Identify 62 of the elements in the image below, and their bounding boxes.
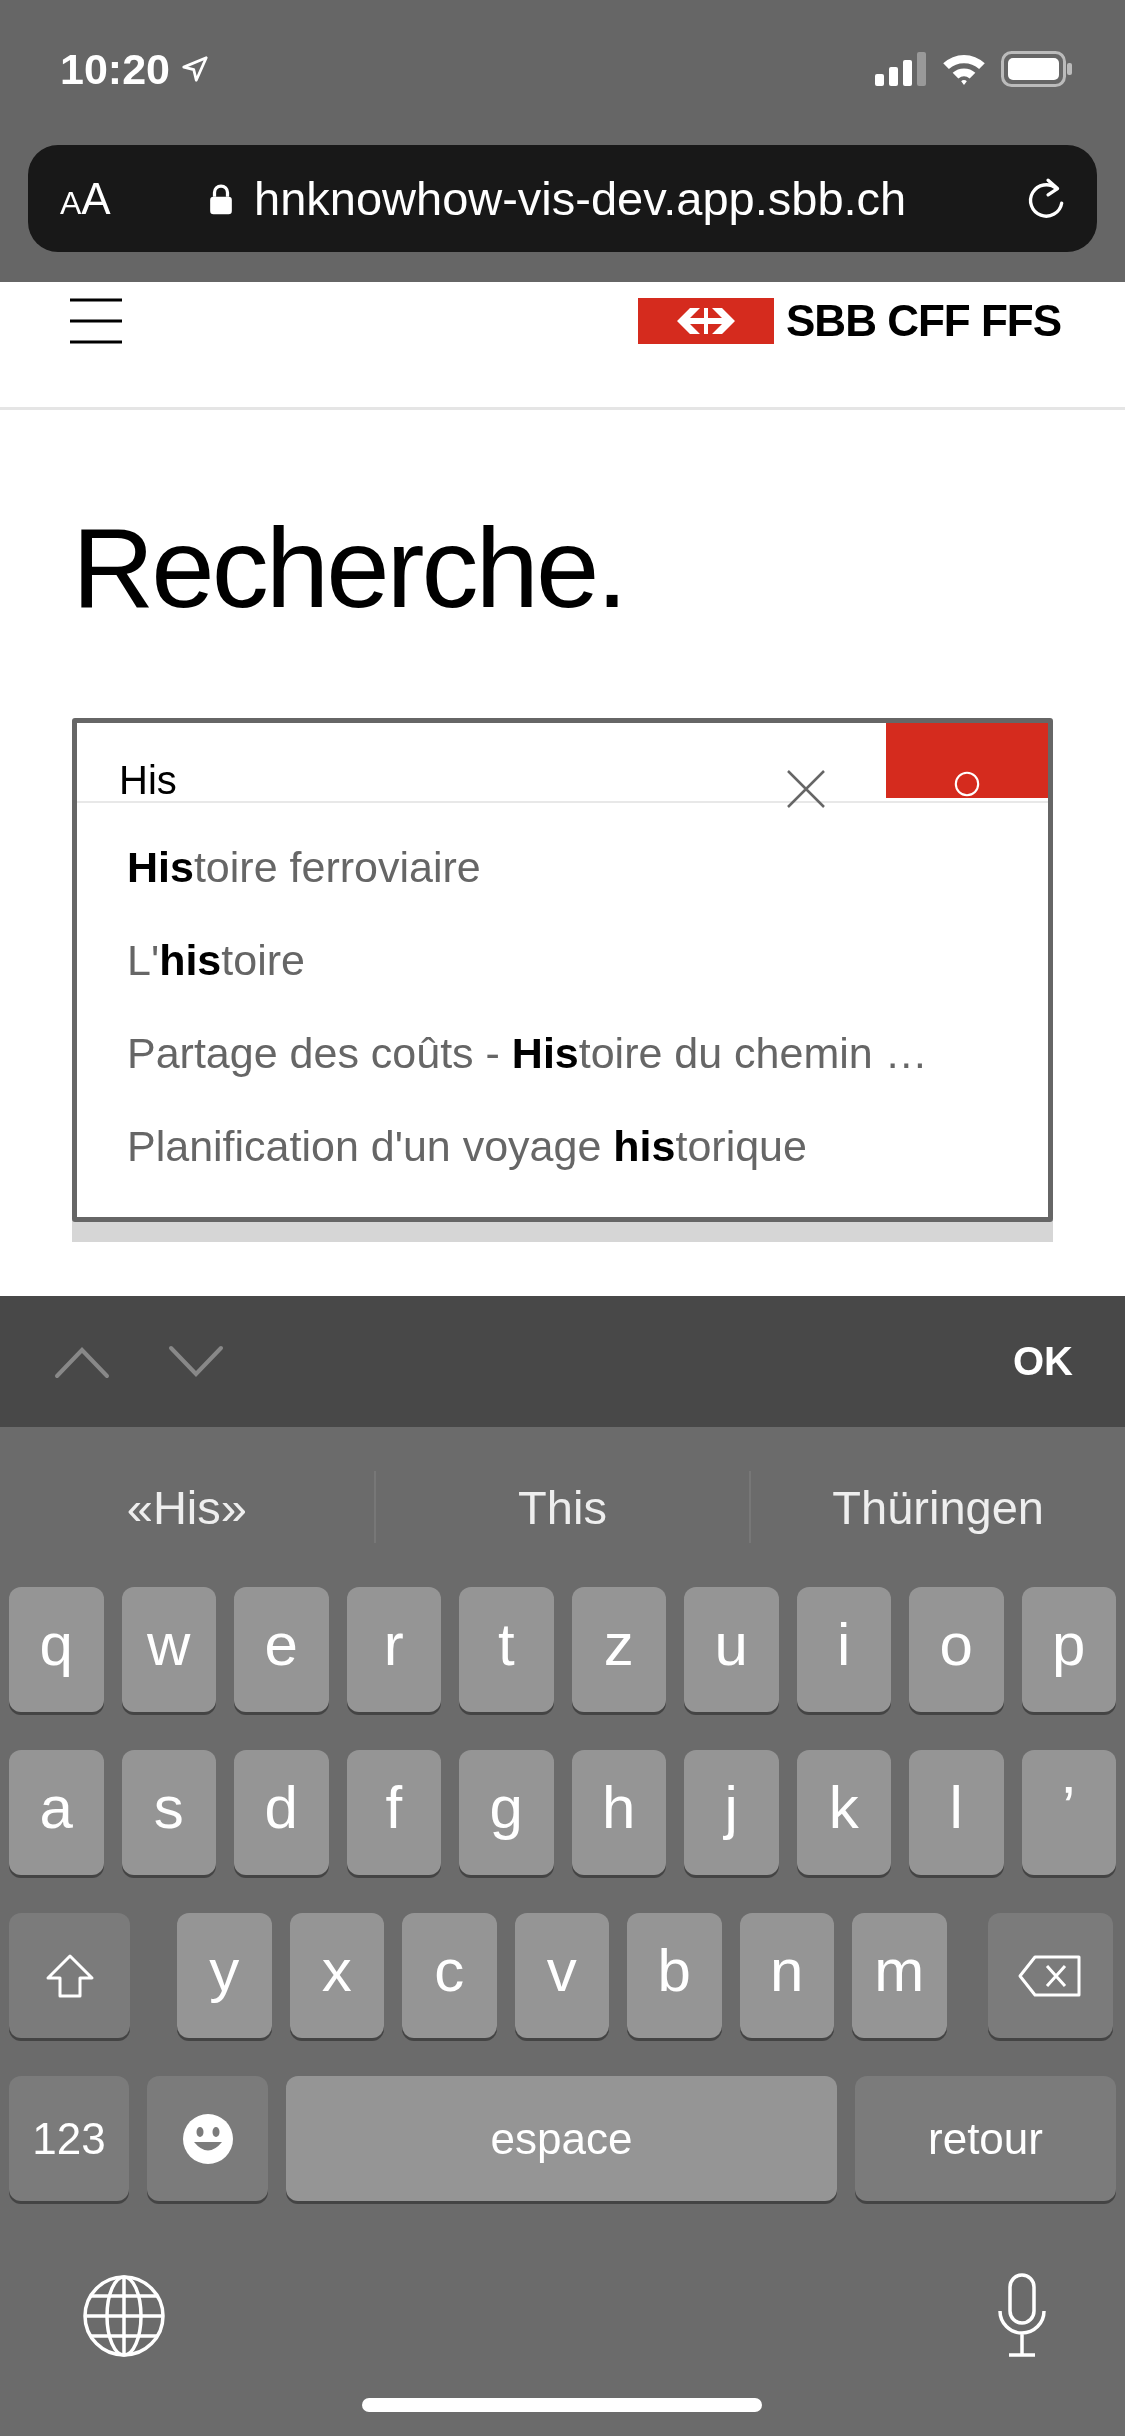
prediction-item[interactable]: «His» [0, 1479, 374, 1535]
wifi-icon [941, 52, 987, 86]
prediction-item[interactable]: Thüringen [751, 1479, 1125, 1535]
keyboard-key[interactable]: e [234, 1587, 329, 1712]
numbers-key[interactable]: 123 [9, 2076, 129, 2201]
logo-flag-icon [638, 298, 774, 344]
emoji-key[interactable] [147, 2076, 268, 2201]
prediction-item[interactable]: This [375, 1479, 750, 1535]
signal-icon [875, 52, 927, 86]
keyboard-key[interactable]: q [9, 1587, 104, 1712]
chevron-down-icon[interactable] [168, 1344, 224, 1379]
keyboard-key[interactable]: ’ [1021, 1750, 1116, 1875]
smiley-icon [181, 2112, 234, 2165]
keyboard-key[interactable]: n [739, 1913, 834, 2038]
backspace-key[interactable] [987, 1913, 1113, 2038]
globe-icon[interactable] [82, 2274, 166, 2358]
backspace-icon [1017, 1953, 1083, 1998]
keyboard-key[interactable]: f [346, 1750, 441, 1875]
keyboard-key[interactable]: b [627, 1913, 722, 2038]
lock-icon [208, 181, 234, 216]
keyboard-key[interactable]: s [121, 1750, 216, 1875]
suggestion-item[interactable]: Planification d'un voyage historique [127, 1122, 1048, 1171]
page-title: Recherche. [72, 503, 626, 633]
keyboard-key[interactable]: m [852, 1913, 947, 2038]
battery-icon [1001, 51, 1073, 87]
keyboard-key[interactable]: g [459, 1750, 554, 1875]
suggestion-item[interactable]: L'histoire [127, 936, 1048, 985]
search-field[interactable]: His Histoire ferroviaire L'histoire Partage des coûts - Histoire du chemin … Planification d'un voyage historique [72, 718, 1053, 1222]
location-arrow-icon [180, 54, 210, 84]
microphone-icon[interactable] [997, 2273, 1047, 2359]
address-bar[interactable]: AA hnknowhow-vis-dev.app.sbb.ch [28, 145, 1097, 252]
url-text: hnknowhow-vis-dev.app.sbb.ch [254, 171, 908, 226]
keyboard-key[interactable]: p [1021, 1587, 1116, 1712]
keyboard-key[interactable]: t [459, 1587, 554, 1712]
keyboard-key[interactable]: r [346, 1587, 441, 1712]
shift-icon [44, 1952, 95, 1999]
keyboard-key[interactable]: k [796, 1750, 891, 1875]
keyboard-key[interactable]: w [121, 1587, 216, 1712]
keyboard-key[interactable]: j [684, 1750, 779, 1875]
keyboard-key[interactable]: l [909, 1750, 1004, 1875]
menu-icon[interactable] [70, 298, 122, 344]
close-icon[interactable] [786, 769, 826, 809]
space-key[interactable]: espace [286, 2076, 837, 2201]
keyboard-key[interactable]: o [909, 1587, 1004, 1712]
suggestion-item[interactable]: Partage des coûts - Histoire du chemin … [127, 1029, 1048, 1078]
keyboard-key[interactable]: c [402, 1913, 497, 2038]
return-key[interactable]: retour [855, 2076, 1116, 2201]
keyboard-key[interactable]: d [234, 1750, 329, 1875]
keyboard-key[interactable]: z [571, 1587, 666, 1712]
keyboard-key[interactable]: x [289, 1913, 384, 2038]
suggestion-item[interactable]: Histoire ferroviaire [127, 843, 1048, 892]
keyboard-key[interactable]: u [684, 1587, 779, 1712]
text-size-button[interactable]: AA [60, 173, 168, 224]
keyboard-key[interactable]: y [177, 1913, 272, 2038]
status-time: 10:20 [60, 44, 170, 94]
keyboard-key[interactable]: i [796, 1587, 891, 1712]
keyboard-key[interactable]: a [9, 1750, 104, 1875]
done-button[interactable]: OK [1013, 1339, 1073, 1384]
shift-key[interactable] [9, 1913, 130, 2038]
keyboard-key[interactable]: h [571, 1750, 666, 1875]
keyboard-key[interactable]: v [514, 1913, 609, 2038]
logo-text: SBB CFF FFS [786, 296, 1061, 346]
